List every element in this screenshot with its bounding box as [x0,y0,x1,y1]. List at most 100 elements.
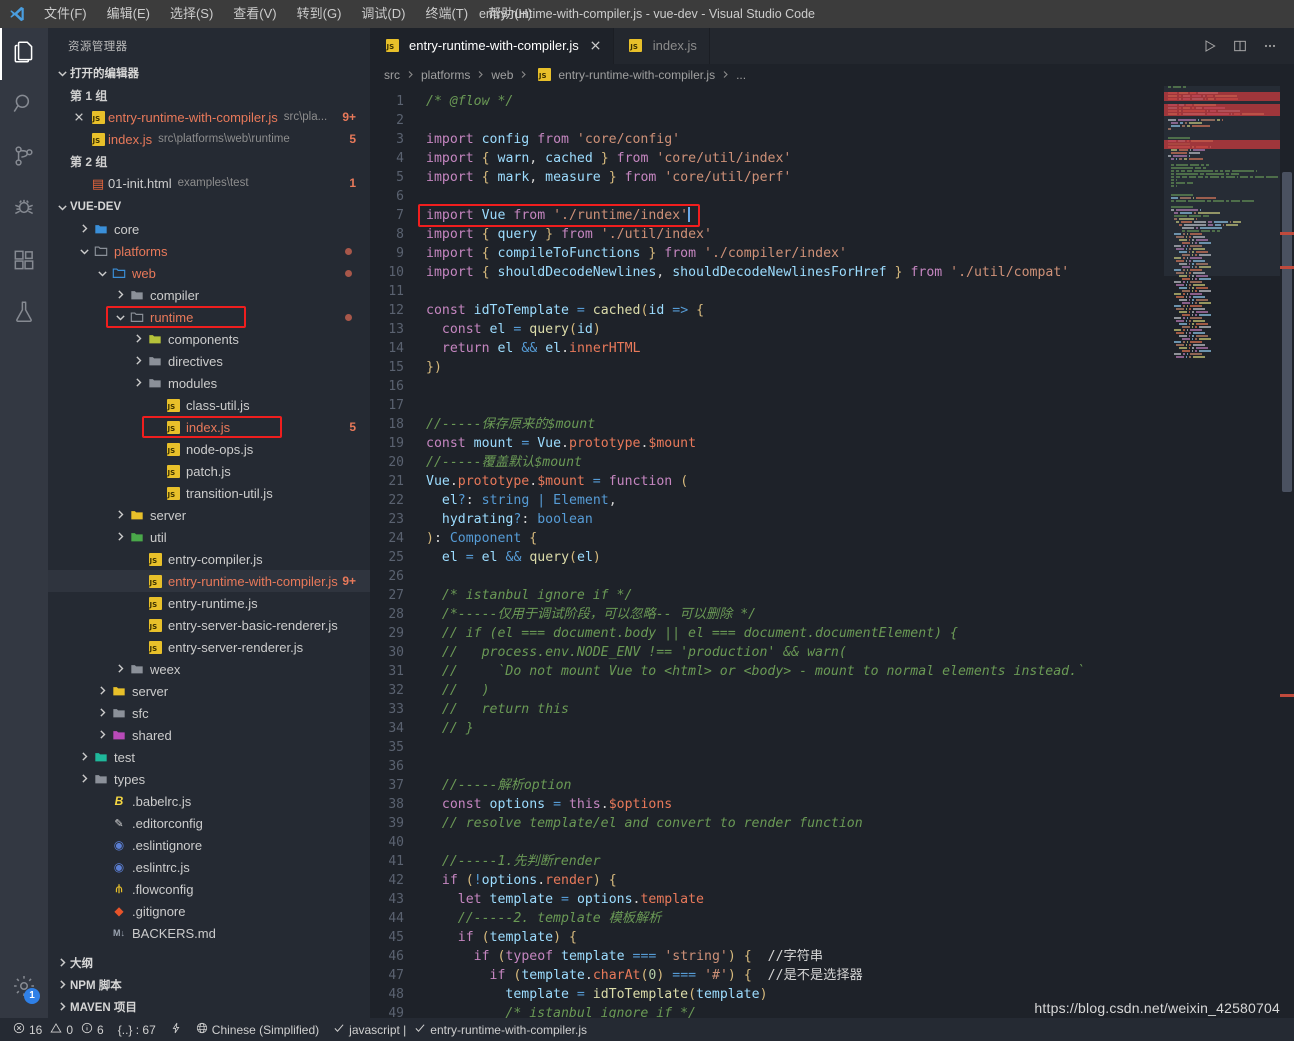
open-editors-header[interactable]: 打开的编辑器 [48,62,370,84]
tree-folder-weex[interactable]: weex [48,658,370,680]
code-line[interactable]: const mount = Vue.prototype.$mount [416,434,1294,453]
tree-file-patch-js[interactable]: JS patch.js [48,460,370,482]
tree-folder-web[interactable]: web [48,262,370,284]
menu-item-debug[interactable]: 调试(D) [351,0,415,28]
tree-folder-runtime[interactable]: runtime [48,306,370,328]
code-line[interactable]: //-----保存原来的$mount [416,415,1294,434]
code-line[interactable]: return el && el.innerHTML [416,339,1294,358]
code-line[interactable]: // ) [416,681,1294,700]
activitybar-item-search[interactable] [0,80,48,132]
code-line[interactable]: import { mark, measure } from 'core/util… [416,168,1294,187]
code-line[interactable]: hydrating?: boolean [416,510,1294,529]
tree-file-entry-runtime-with-compiler-js[interactable]: JS entry-runtime-with-compiler.js 9+ [48,570,370,592]
panel-maven-projects[interactable]: MAVEN 项目 [48,996,370,1018]
code-line[interactable]: import { compileToFunctions } from './co… [416,244,1294,263]
code-line[interactable]: el?: string | Element, [416,491,1294,510]
code-line[interactable] [416,187,1294,206]
tree-folder-util[interactable]: util [48,526,370,548]
file-tree[interactable]: core platforms web compiler runtime component… [48,218,370,952]
activitybar-item-debug[interactable] [0,184,48,236]
tree-file-eslintrc-js[interactable]: ◉ .eslintrc.js [48,856,370,878]
code-line[interactable]: let template = options.template [416,890,1294,909]
breadcrumb-item-web[interactable]: web [491,68,513,82]
menu-item-edit[interactable]: 编辑(E) [97,0,160,28]
tree-folder-platforms[interactable]: platforms [48,240,370,262]
tree-folder-server[interactable]: server [48,680,370,702]
code-editor[interactable]: 1 2 3 4 5 6 7 8 9 10 11 12 13 14 15 16 17 18 19 20 21 22 23 24 2… [370,85,1294,1018]
tree-folder-core[interactable]: core [48,218,370,240]
menu-item-goto[interactable]: 转到(G) [287,0,352,28]
code-line[interactable]: // if (el === document.body || el === do… [416,624,1294,643]
open-editor-index-js[interactable]: JS index.js src\platforms\web\runtime 5 [48,128,370,150]
code-line[interactable]: import config from 'core/config' [416,130,1294,149]
code-line[interactable] [416,111,1294,130]
run-play-icon[interactable] [1202,38,1218,54]
tree-folder-compiler[interactable]: compiler [48,284,370,306]
panel-outline[interactable]: 大纲 [48,952,370,974]
code-line[interactable]: //-----解析option [416,776,1294,795]
tree-folder-test[interactable]: test [48,746,370,768]
menu-item-terminal[interactable]: 终端(T) [415,0,478,28]
editor-scrollbar[interactable] [1280,86,1294,1018]
code-line[interactable]: if (!options.render) { [416,871,1294,890]
code-line[interactable]: /* @flow */ [416,92,1294,111]
close-icon[interactable] [70,112,88,122]
code-line[interactable]: const options = this.$options [416,795,1294,814]
tab-index-js[interactable]: JS index.js [613,28,710,64]
code-line[interactable]: //-----1.先判断render [416,852,1294,871]
status-bolt[interactable] [163,1018,189,1041]
code-content[interactable]: /* @flow */ import config from 'core/conf… [416,86,1294,1018]
activitybar-item-source-control[interactable] [0,132,48,184]
tree-file-gitignore[interactable]: ◆ .gitignore [48,900,370,922]
code-line[interactable]: import { warn, cached } from 'core/util/… [416,149,1294,168]
tab-entry-runtime-with-compiler[interactable]: JS entry-runtime-with-compiler.js [370,28,614,64]
activitybar-item-settings[interactable]: 1 [0,962,48,1014]
tree-file-entry-server-basic-renderer-js[interactable]: JS entry-server-basic-renderer.js [48,614,370,636]
tree-file-entry-runtime-js[interactable]: JS entry-runtime.js [48,592,370,614]
code-line[interactable]: // resolve template/el and convert to re… [416,814,1294,833]
menu-item-selection[interactable]: 选择(S) [160,0,223,28]
code-line[interactable]: /*-----仅用于调试阶段，可以忽略-- 可以删除 */ [416,605,1294,624]
breadcrumb-item-platforms[interactable]: platforms [421,68,470,82]
tree-file-transition-util-js[interactable]: JS transition-util.js [48,482,370,504]
panel-npm-scripts[interactable]: NPM 脚本 [48,974,370,996]
breadcrumb-item-src[interactable]: src [384,68,400,82]
code-line[interactable]: if (typeof template === 'string') { //字符… [416,947,1294,966]
code-line[interactable]: import Vue from './runtime/index' [416,206,1294,225]
status-javascript[interactable]: javascript | entry-runtime-with-compiler… [326,1018,594,1041]
code-line[interactable] [416,757,1294,776]
code-line[interactable] [416,738,1294,757]
close-icon[interactable] [590,40,601,51]
code-line[interactable]: const idToTemplate = cached(id => { [416,301,1294,320]
open-editor-entry-runtime-with-compiler[interactable]: JS entry-runtime-with-compiler.js src\pl… [48,106,370,128]
code-line[interactable] [416,377,1294,396]
tree-file-entry-compiler-js[interactable]: JS entry-compiler.js [48,548,370,570]
project-root-header[interactable]: VUE-DEV [48,196,370,218]
code-line[interactable] [416,567,1294,586]
tree-folder-server[interactable]: server [48,504,370,526]
code-line[interactable]: //-----覆盖默认$mount [416,453,1294,472]
code-line[interactable]: /* istanbul ignore if */ [416,1004,1294,1018]
menu-item-help[interactable]: 帮助(H) [478,0,542,28]
more-actions-icon[interactable] [1262,38,1278,54]
menu-item-view[interactable]: 查看(V) [223,0,286,28]
code-line[interactable]: import { shouldDecodeNewlines, shouldDec… [416,263,1294,282]
code-line[interactable]: const el = query(id) [416,320,1294,339]
code-line[interactable]: Vue.prototype.$mount = function ( [416,472,1294,491]
code-line[interactable]: ): Component { [416,529,1294,548]
breadcrumb-item-more[interactable]: ... [736,68,746,82]
code-line[interactable]: // process.env.NODE_ENV !== 'production'… [416,643,1294,662]
tree-folder-components[interactable]: components [48,328,370,350]
code-line[interactable] [416,396,1294,415]
code-line[interactable]: // return this [416,700,1294,719]
code-line[interactable]: template = idToTemplate(template) [416,985,1294,1004]
status-language-locale[interactable]: Chinese (Simplified) [189,1018,326,1041]
tree-folder-shared[interactable]: shared [48,724,370,746]
code-line[interactable]: if (template.charAt(0) === '#') { //是不是选… [416,966,1294,985]
tree-file-class-util-js[interactable]: JS class-util.js [48,394,370,416]
menu-item-file[interactable]: 文件(F) [34,0,97,28]
code-line[interactable] [416,833,1294,852]
tree-file-backers-md[interactable]: M↓ BACKERS.md [48,922,370,944]
code-line[interactable]: el = el && query(el) [416,548,1294,567]
tree-file-index-js[interactable]: JS index.js 5 [48,416,370,438]
